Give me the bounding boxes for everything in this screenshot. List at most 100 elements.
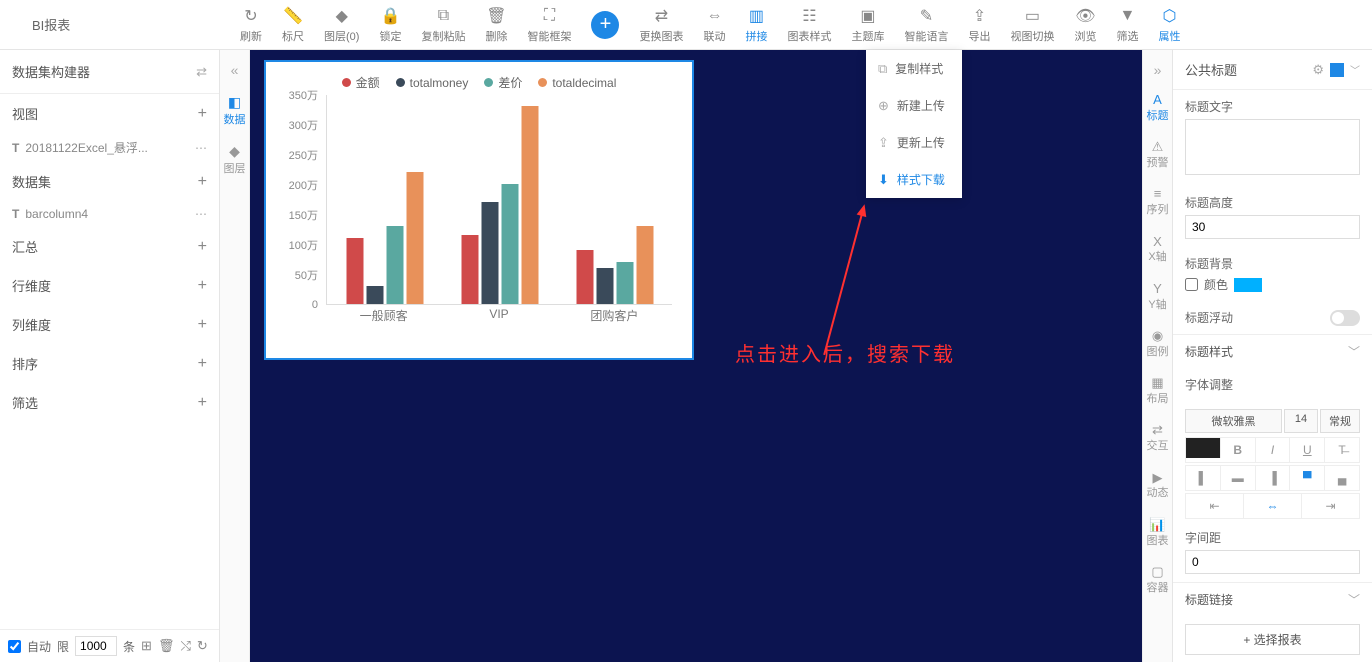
expand-icon[interactable]: ﹀ <box>1348 343 1360 360</box>
add-coldim-button[interactable]: + <box>198 316 207 334</box>
expand-link-icon[interactable]: ﹀ <box>1348 591 1360 608</box>
tool-filter[interactable]: ▼筛选 <box>1106 0 1148 50</box>
legend-totalmoney[interactable]: totalmoney <box>396 74 469 91</box>
title-text-input[interactable] <box>1185 119 1360 175</box>
tool-layer[interactable]: ◆图层(0) <box>314 0 369 50</box>
bar[interactable] <box>521 106 538 304</box>
dropdown-新建上传[interactable]: ⊕新建上传 <box>866 87 962 124</box>
bar[interactable] <box>406 172 423 304</box>
grid-icon[interactable]: ⊞ <box>141 638 152 654</box>
rtab-预警[interactable]: ⚠预警 <box>1145 131 1171 178</box>
tool-voice[interactable]: ✎智能语言 <box>894 0 958 50</box>
bar[interactable] <box>346 238 363 304</box>
font-size-select[interactable]: 14 <box>1284 409 1318 433</box>
strike-button[interactable]: T̶ <box>1325 438 1359 462</box>
bold-button[interactable]: B <box>1221 438 1256 462</box>
limit-input[interactable] <box>75 636 117 656</box>
collapse-left-icon[interactable]: « <box>231 62 239 78</box>
header-checkbox[interactable] <box>1330 63 1344 77</box>
indent-right-button[interactable]: ⇥ <box>1302 494 1359 518</box>
strip-data-tab[interactable]: ◧数据 <box>224 86 246 135</box>
collapse-right-icon[interactable]: » <box>1154 62 1162 78</box>
builder-toggle-icon[interactable]: ⇄ <box>196 64 207 80</box>
tool-theme[interactable]: ▣主题库 <box>841 0 894 50</box>
refresh-small-icon[interactable]: ↻ <box>197 638 208 654</box>
view-item[interactable]: T20181122Excel_悬浮...⋯ <box>0 133 219 162</box>
title-float-toggle[interactable] <box>1330 310 1360 326</box>
tool-prop[interactable]: ⬡属性 <box>1148 0 1190 50</box>
trash-icon[interactable]: 🗑 <box>158 638 175 654</box>
rtab-动态[interactable]: ▶动态 <box>1145 462 1171 509</box>
tool-chartstyle[interactable]: ☷图表样式 <box>777 0 841 50</box>
dropdown-更新上传[interactable]: ⇪更新上传 <box>866 124 962 161</box>
add-filter-button[interactable]: + <box>198 394 207 412</box>
tool-refresh[interactable]: ↻刷新 <box>230 0 272 50</box>
dataset-item[interactable]: Tbarcolumn4⋯ <box>0 201 219 227</box>
chart-container[interactable]: 金额totalmoney差价totaldecimal 050万100万150万2… <box>264 60 694 360</box>
align-center-button[interactable]: ▬ <box>1221 466 1256 490</box>
rtab-序列[interactable]: ≡序列 <box>1145 178 1171 225</box>
add-view-button[interactable]: + <box>198 105 207 123</box>
font-family-select[interactable]: 微软雅黑 <box>1185 409 1282 433</box>
add-dataset-button[interactable]: + <box>198 173 207 191</box>
bar[interactable] <box>576 250 593 304</box>
canvas[interactable]: 金额totalmoney差价totaldecimal 050万100万150万2… <box>250 50 1142 662</box>
view-item-menu[interactable]: ⋯ <box>195 141 207 155</box>
tool-preview[interactable]: 👁浏览 <box>1064 0 1106 50</box>
align-left-button[interactable]: ▌ <box>1186 466 1221 490</box>
bar[interactable] <box>481 202 498 304</box>
bar[interactable] <box>616 262 633 304</box>
italic-button[interactable]: I <box>1256 438 1291 462</box>
bar[interactable] <box>596 268 613 304</box>
chevron-down-icon[interactable]: ﹀ <box>1350 62 1360 77</box>
indent-left-button[interactable]: ⇤ <box>1186 494 1244 518</box>
rtab-布局[interactable]: ▦布局 <box>1145 367 1171 414</box>
tool-viewswitch[interactable]: ▭视图切换 <box>1000 0 1064 50</box>
tool-link[interactable]: ⇔联动 <box>693 0 735 50</box>
rtab-X轴[interactable]: XX轴 <box>1145 226 1171 273</box>
title-height-input[interactable] <box>1185 215 1360 239</box>
tool-lock[interactable]: 🔒锁定 <box>369 0 411 50</box>
color-swatch[interactable] <box>1234 278 1262 292</box>
dataset-item-menu[interactable]: ⋯ <box>195 207 207 221</box>
font-weight-select[interactable]: 常规 <box>1320 409 1360 433</box>
shuffle-icon[interactable]: ⤭ <box>180 638 190 654</box>
tool-smartframe[interactable]: ⛶智能框架 <box>517 0 581 50</box>
tool-add[interactable]: + <box>581 0 629 50</box>
tool-export[interactable]: ⇪导出 <box>958 0 1000 50</box>
bar[interactable] <box>386 226 403 304</box>
indent-center-button[interactable]: ⇔ <box>1244 494 1302 518</box>
tool-join[interactable]: ▥拼接 <box>735 0 777 50</box>
bar[interactable] <box>636 226 653 304</box>
legend-金额[interactable]: 金额 <box>342 74 380 91</box>
color-checkbox[interactable] <box>1185 278 1198 291</box>
dropdown-复制样式[interactable]: ⧉复制样式 <box>866 50 962 87</box>
rtab-交互[interactable]: ⇄交互 <box>1145 414 1171 461</box>
align-bottom-button[interactable]: ▄ <box>1325 466 1359 490</box>
add-summary-button[interactable]: + <box>198 238 207 256</box>
rtab-图例[interactable]: ◉图例 <box>1145 320 1171 367</box>
align-right-button[interactable]: ▐ <box>1256 466 1291 490</box>
rtab-图表[interactable]: 📊图表 <box>1145 509 1171 556</box>
spacing-input[interactable] <box>1185 550 1360 574</box>
bar[interactable] <box>501 184 518 304</box>
tool-ruler[interactable]: 📏标尺 <box>272 0 314 50</box>
tool-copypaste[interactable]: ⧉复制粘贴 <box>411 0 475 50</box>
rtab-Y轴[interactable]: YY轴 <box>1145 273 1171 320</box>
align-top-button[interactable]: ▀ <box>1290 466 1325 490</box>
dropdown-样式下载[interactable]: ⬇样式下载 <box>866 161 962 198</box>
select-report-button[interactable]: + 选择报表 <box>1185 624 1360 655</box>
add-sort-button[interactable]: + <box>198 355 207 373</box>
auto-checkbox[interactable] <box>8 640 21 653</box>
tool-changechart[interactable]: ⇄更换图表 <box>629 0 693 50</box>
font-color-button[interactable] <box>1186 438 1221 458</box>
add-rowdim-button[interactable]: + <box>198 277 207 295</box>
gear-icon[interactable]: ⚙ <box>1312 62 1324 78</box>
underline-button[interactable]: U <box>1290 438 1325 462</box>
rtab-容器[interactable]: ▢容器 <box>1145 556 1171 603</box>
bar[interactable] <box>461 235 478 304</box>
tool-delete[interactable]: 🗑删除 <box>475 0 517 50</box>
bar[interactable] <box>366 286 383 304</box>
rtab-标题[interactable]: A标题 <box>1145 84 1171 131</box>
legend-差价[interactable]: 差价 <box>484 74 522 91</box>
